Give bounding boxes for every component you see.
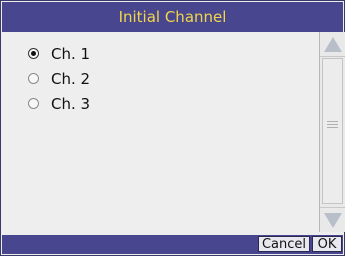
radio-selected-icon[interactable] (28, 48, 39, 59)
channel-option-1[interactable]: Ch. 1 (2, 42, 318, 66)
radio-unselected-icon[interactable] (28, 73, 39, 84)
scroll-up-button[interactable] (320, 32, 345, 57)
channel-option-label: Ch. 1 (51, 45, 91, 63)
triangle-up-icon (323, 36, 342, 52)
radio-unselected-icon[interactable] (28, 98, 39, 109)
vertical-scrollbar[interactable] (319, 32, 345, 232)
scroll-thumb[interactable] (322, 58, 343, 204)
grip-lines-icon (327, 121, 338, 130)
dialog-title: Initial Channel (118, 8, 227, 26)
dialog-title-bar: Initial Channel (2, 2, 343, 32)
cancel-button[interactable]: Cancel (258, 236, 310, 252)
channel-option-2[interactable]: Ch. 2 (2, 67, 318, 91)
channel-option-label: Ch. 2 (51, 70, 91, 88)
channel-dialog: Initial Channel Ch. 1 Ch. 2 Ch. 3 Cancel… (0, 0, 345, 256)
channel-option-3[interactable]: Ch. 3 (2, 92, 318, 116)
triangle-down-icon (323, 212, 342, 228)
channel-list: Ch. 1 Ch. 2 Ch. 3 (2, 32, 318, 232)
channel-option-label: Ch. 3 (51, 95, 91, 113)
ok-button[interactable]: OK (312, 236, 342, 252)
dialog-button-bar: Cancel OK (2, 235, 343, 254)
scroll-down-button[interactable] (320, 207, 345, 232)
